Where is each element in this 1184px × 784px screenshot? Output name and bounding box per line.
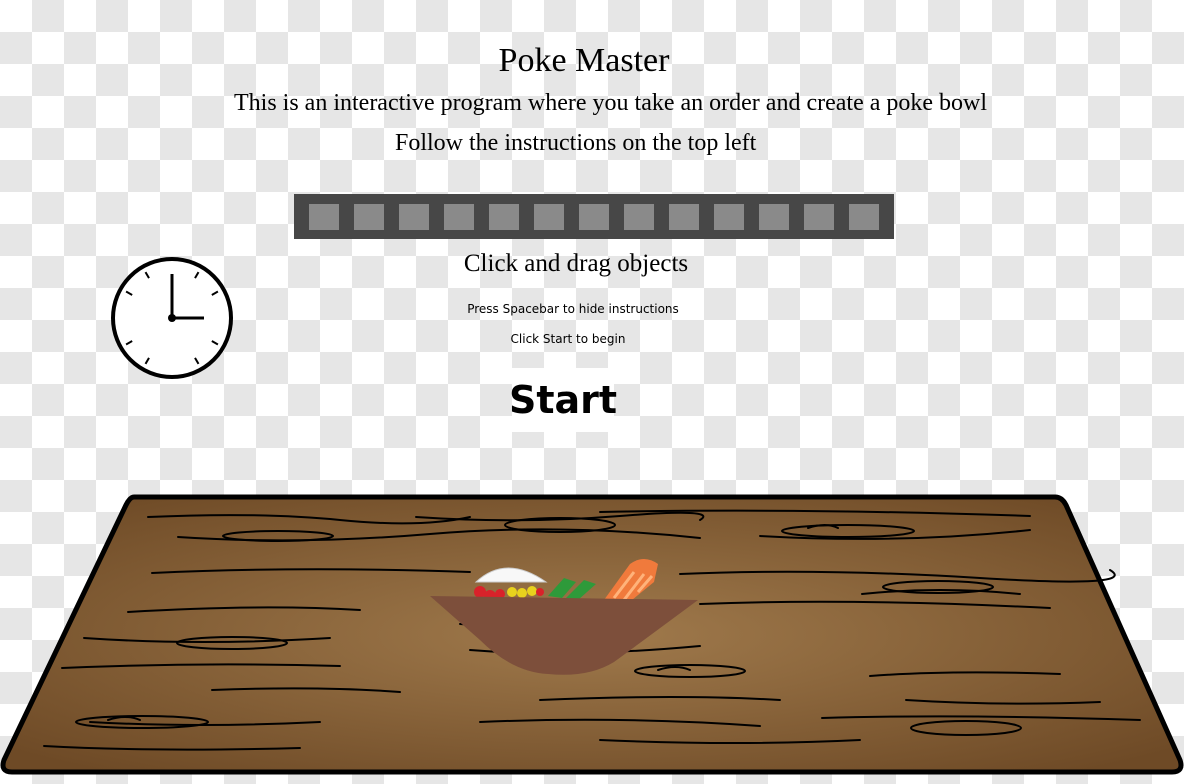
progress-segment xyxy=(444,204,474,230)
progress-segment xyxy=(804,204,834,230)
progress-segment xyxy=(624,204,654,230)
progress-segment xyxy=(489,204,519,230)
game-description: This is an interactive program where you… xyxy=(234,90,988,116)
progress-segment xyxy=(759,204,789,230)
progress-segment xyxy=(354,204,384,230)
progress-segment xyxy=(669,204,699,230)
progress-segment xyxy=(309,204,339,230)
progress-segment xyxy=(579,204,609,230)
game-title: Poke Master xyxy=(498,42,670,79)
instructions-hint: Follow the instructions on the top left xyxy=(395,130,757,156)
clock-icon xyxy=(111,257,233,379)
progress-segment xyxy=(714,204,744,230)
progress-segment xyxy=(399,204,429,230)
start-button[interactable]: Start xyxy=(509,368,617,432)
progress-segment xyxy=(534,204,564,230)
progress-bar xyxy=(294,194,894,239)
progress-segment xyxy=(849,204,879,230)
poke-bowl-icon xyxy=(430,559,698,675)
